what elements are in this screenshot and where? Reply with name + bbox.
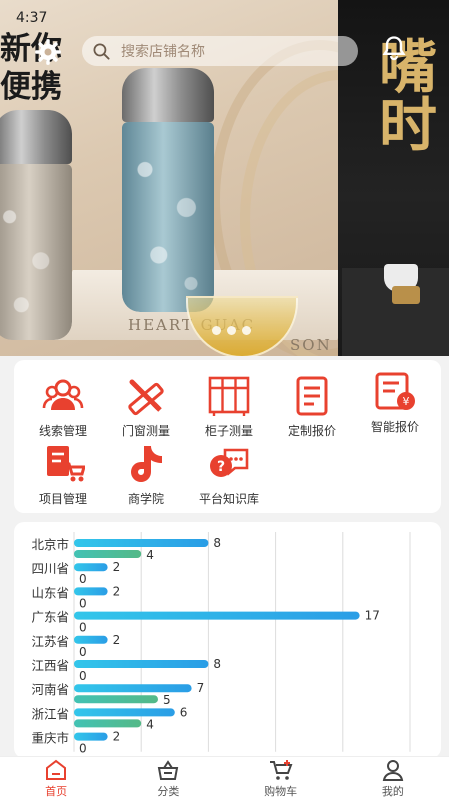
chart-bar-series1 [74, 539, 209, 547]
region-bar-chart: 北京市 8 4 四川省 2 0 山东省 2 0 广东省 17 0 江苏省 2 0 江西省 8 0 河南省 7 5 浙江省 6… [14, 522, 441, 758]
chart-data-label: 0 [79, 669, 87, 683]
chart-category-label: 浙江省 [31, 706, 69, 721]
cabinet-icon [208, 376, 250, 416]
chart-data-label: 17 [365, 609, 380, 623]
yen-document-icon: ¥ [375, 372, 415, 410]
menu-item-smart-quote[interactable]: ¥ 智能报价 [356, 370, 434, 435]
chart-bar-series1 [74, 611, 360, 620]
bell-icon[interactable] [380, 34, 408, 62]
search-bar[interactable]: 搜索店铺名称 [82, 36, 358, 66]
chart-category-label: 北京市 [31, 537, 69, 552]
cart-icon [269, 759, 293, 780]
chart-bar-series2 [74, 550, 142, 558]
menu-item-knowledge-base[interactable]: ? 平台知识库 [190, 442, 268, 507]
pager-dot[interactable] [227, 326, 236, 335]
menu-item-academy[interactable]: 商学院 [107, 442, 185, 507]
chart-canvas: 北京市 8 4 四川省 2 0 山东省 2 0 广东省 17 0 江苏省 2 0 江西省 8 0 河南省 7 5 浙江省 6… [31, 532, 411, 756]
banner-promo-line: 便携 [0, 69, 62, 105]
tab-label: 首页 [45, 784, 68, 798]
blue-bottle-image [122, 68, 214, 312]
chart-category-label: 江苏省 [31, 634, 69, 649]
tab-profile[interactable]: 我的 [337, 757, 449, 800]
menu-item-label: 项目管理 [38, 492, 87, 506]
chart-bar-series1 [74, 708, 175, 717]
chart-category-label: 山东省 [31, 585, 69, 600]
basket-icon [158, 759, 179, 780]
chart-category-label: 重庆市 [31, 731, 69, 746]
tab-label: 我的 [381, 784, 404, 798]
tea-lid-image [392, 286, 420, 304]
pager-dot[interactable] [212, 326, 221, 335]
tab-home[interactable]: 首页 [0, 757, 112, 800]
menu-item-label: 商学院 [127, 492, 164, 506]
chart-category-label: 河南省 [31, 682, 69, 697]
chart-data-label: 0 [79, 742, 87, 756]
users-icon [42, 379, 84, 410]
chat-question-icon: ? [210, 448, 249, 477]
chart-data-label: 8 [213, 536, 221, 550]
home-icon [46, 759, 67, 780]
chart-data-label: 7 [197, 681, 205, 695]
chart-data-label: 0 [79, 596, 87, 610]
menu-item-label: 平台知识库 [198, 492, 259, 506]
chart-bar-series1 [74, 684, 192, 693]
chart-category-label: 江西省 [31, 658, 69, 673]
chart-data-label: 2 [113, 633, 121, 647]
search-icon [93, 43, 110, 60]
banner-carousel[interactable]: HEART GUAC SON 新你 便携 嘴时 4:37 [0, 0, 449, 356]
chart-bar-series1 [74, 660, 209, 668]
chart-data-label: 8 [213, 657, 221, 671]
svg-text:¥: ¥ [403, 395, 410, 408]
menu-item-label: 门窗测量 [121, 424, 170, 438]
home-screen: HEART GUAC SON 新你 便携 嘴时 4:37 [0, 0, 449, 800]
status-time: 4:37 [16, 10, 48, 26]
banner-pager[interactable] [212, 326, 251, 335]
project-cart-icon [47, 446, 85, 482]
pager-dot[interactable] [242, 326, 251, 335]
chart-data-label: 2 [113, 584, 121, 598]
search-placeholder: 搜索店铺名称 [121, 44, 205, 60]
chart-bar-series2 [74, 695, 158, 704]
tab-label: 分类 [157, 784, 180, 798]
menu-item-label: 线索管理 [38, 424, 87, 438]
banner-product-text: SON [290, 336, 332, 354]
tab-cart[interactable]: 购物车 [225, 757, 337, 800]
chart-data-label: 0 [79, 621, 87, 635]
document-icon [296, 376, 328, 416]
chart-bar-series1 [74, 563, 108, 572]
grey-bottle-image [0, 110, 72, 340]
chart-data-label: 6 [180, 705, 188, 719]
chart-data-label: 2 [113, 560, 121, 574]
menu-item-custom-quote[interactable]: 定制报价 [273, 374, 351, 439]
chart-bar-series2 [74, 719, 142, 728]
music-note-icon [131, 446, 162, 482]
svg-text:?: ? [217, 459, 225, 475]
chart-bar-series1 [74, 587, 108, 596]
chart-data-label: 4 [146, 548, 154, 562]
chart-data-label: 2 [113, 730, 121, 744]
menu-item-label: 智能报价 [370, 420, 419, 434]
chart-category-label: 四川省 [31, 561, 69, 576]
menu-item-cabinet-measure[interactable]: 柜子测量 [190, 374, 268, 439]
user-icon [382, 759, 404, 781]
chart-data-label: 4 [146, 717, 154, 731]
chart-data-label: 5 [163, 693, 171, 707]
bottom-tab-bar: 首页 分类 购物车 我的 [0, 756, 449, 800]
tab-label: 购物车 [264, 784, 298, 798]
menu-item-project[interactable]: 项目管理 [24, 442, 102, 507]
menu-item-label: 定制报价 [287, 424, 336, 438]
chart-bar-series1 [74, 732, 108, 741]
chart-data-label: 0 [79, 645, 87, 659]
menu-item-window-measure[interactable]: 门窗测量 [107, 374, 185, 439]
menu-item-leads[interactable]: 线索管理 [24, 374, 102, 439]
chart-bar-series1 [74, 635, 108, 644]
tab-category[interactable]: 分类 [112, 757, 224, 800]
menu-item-label: 柜子测量 [204, 424, 253, 438]
ruler-pencil-icon [128, 379, 164, 416]
chart-data-label: 0 [79, 572, 87, 586]
chart-category-label: 广东省 [31, 610, 69, 625]
function-menu: 线索管理 门窗测量 柜子测量 定制报价 ¥ 智能报价 项目管理 商学院 ? 平台… [14, 360, 441, 513]
gear-icon[interactable] [34, 38, 62, 66]
